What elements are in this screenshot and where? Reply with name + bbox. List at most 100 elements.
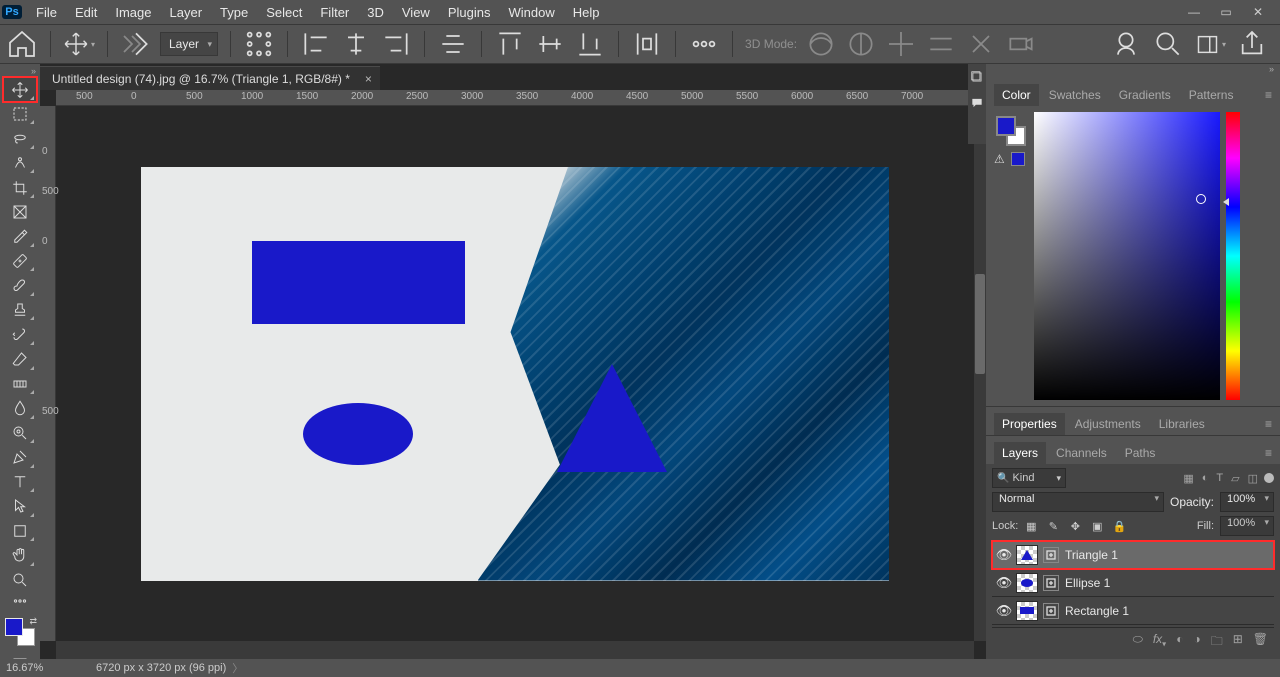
maximize-button[interactable]: ▭ — [1212, 0, 1240, 24]
layer-thumb[interactable] — [1016, 601, 1038, 621]
move-tool-indicator-icon[interactable]: ▾ — [63, 29, 95, 59]
color-panel-swatches[interactable] — [996, 116, 1026, 146]
auto-select-target-dropdown[interactable]: Layer — [160, 32, 218, 56]
pen-tool[interactable] — [3, 445, 37, 470]
layer-row-ellipse[interactable]: 👁 Ellipse 1 — [992, 569, 1274, 597]
document-tab[interactable]: Untitled design (74).jpg @ 16.7% (Triang… — [40, 66, 380, 90]
zoom-tool[interactable] — [3, 568, 37, 593]
hand-tool[interactable] — [3, 543, 37, 568]
menu-plugins[interactable]: Plugins — [440, 1, 499, 24]
edit-toolbar-icon[interactable] — [3, 592, 37, 610]
history-panel-icon[interactable] — [968, 64, 986, 90]
link-layers-icon[interactable]: ⬭ — [1133, 632, 1143, 653]
cloud-docs-icon[interactable] — [1110, 29, 1142, 59]
horizontal-scrollbar[interactable] — [56, 641, 974, 659]
filter-toggle[interactable] — [1264, 473, 1274, 483]
canvas[interactable] — [56, 106, 974, 641]
close-tab-icon[interactable]: × — [365, 72, 372, 86]
visibility-toggle[interactable]: 👁 — [992, 575, 1016, 591]
align-vcenter-icon[interactable] — [534, 29, 566, 59]
filter-pixel-icon[interactable]: ▦ — [1183, 472, 1193, 485]
align-hcenter-icon[interactable] — [340, 29, 372, 59]
blur-tool[interactable] — [3, 396, 37, 421]
home-button[interactable] — [6, 29, 38, 59]
filter-type-icon[interactable]: T — [1216, 472, 1223, 485]
canvas-paper[interactable] — [141, 167, 889, 581]
toolbox-collapse-icon[interactable]: » — [0, 66, 40, 77]
layer-thumb[interactable] — [1016, 573, 1038, 593]
lock-position-icon[interactable]: ✥ — [1068, 520, 1082, 533]
healing-tool[interactable] — [3, 249, 37, 274]
type-tool[interactable] — [3, 470, 37, 495]
document-info[interactable]: 6720 px x 3720 px (96 ppi) — [96, 662, 226, 674]
websafe-swatch[interactable] — [1011, 152, 1025, 166]
filter-shape-icon[interactable]: ▱ — [1231, 472, 1239, 485]
vertical-scrollbar[interactable] — [974, 106, 986, 641]
stamp-tool[interactable] — [3, 298, 37, 323]
ruler-vertical[interactable]: 0 500 0 500 — [40, 106, 56, 641]
panel-menu-icon[interactable]: ≡ — [1257, 84, 1280, 106]
tab-libraries[interactable]: Libraries — [1151, 413, 1213, 435]
menu-layer[interactable]: Layer — [162, 1, 211, 24]
close-window-button[interactable]: ✕ — [1244, 0, 1272, 24]
share-icon[interactable] — [1236, 29, 1268, 59]
dodge-tool[interactable] — [3, 421, 37, 446]
ruler-horizontal[interactable]: 500 0 500 1000 1500 2000 2500 3000 3500 … — [56, 90, 974, 106]
menu-view[interactable]: View — [394, 1, 438, 24]
layer-row-triangle[interactable]: 👁 Triangle 1 — [992, 541, 1274, 569]
filter-adjust-icon[interactable]: ◐ — [1202, 472, 1209, 485]
frame-tool[interactable] — [3, 200, 37, 225]
menu-file[interactable]: File — [28, 1, 65, 24]
eyedropper-tool[interactable] — [3, 224, 37, 249]
align-top-icon[interactable] — [494, 29, 526, 59]
comments-panel-icon[interactable] — [968, 90, 986, 116]
group-icon[interactable]: 🗀 — [1211, 632, 1223, 653]
minimize-button[interactable]: — — [1180, 0, 1208, 24]
gradient-tool[interactable] — [3, 372, 37, 397]
history-brush-tool[interactable] — [3, 322, 37, 347]
lock-all-icon[interactable]: 🔒 — [1112, 520, 1126, 533]
swap-colors-icon[interactable]: ⇄ — [29, 616, 37, 627]
path-select-tool[interactable] — [3, 494, 37, 519]
gamut-warning-icon[interactable]: ⚠ — [994, 152, 1005, 166]
layer-name[interactable]: Triangle 1 — [1065, 548, 1118, 562]
layer-name[interactable]: Rectangle 1 — [1065, 604, 1129, 618]
eraser-tool[interactable] — [3, 347, 37, 372]
tab-swatches[interactable]: Swatches — [1041, 84, 1109, 106]
visibility-toggle[interactable]: 👁 — [992, 603, 1016, 619]
panel-menu-icon[interactable]: ≡ — [1257, 413, 1280, 435]
align-left-icon[interactable] — [300, 29, 332, 59]
layer-filter-dropdown[interactable]: Kind▾ — [992, 468, 1066, 488]
align-right-icon[interactable] — [380, 29, 412, 59]
hue-slider-thumb[interactable] — [1223, 198, 1229, 206]
brush-tool[interactable] — [3, 273, 37, 298]
menu-window[interactable]: Window — [500, 1, 562, 24]
distribute-icon[interactable] — [631, 29, 663, 59]
lasso-tool[interactable] — [3, 126, 37, 151]
tab-gradients[interactable]: Gradients — [1111, 84, 1179, 106]
tab-properties[interactable]: Properties — [994, 413, 1065, 435]
new-layer-icon[interactable]: ⊞ — [1233, 632, 1243, 653]
layer-row-rectangle[interactable]: 👁 Rectangle 1 — [992, 597, 1274, 625]
layer-thumb[interactable] — [1016, 545, 1038, 565]
lock-pixels-icon[interactable]: ✎ — [1046, 520, 1060, 533]
foreground-color-swatch[interactable] — [5, 618, 23, 636]
menu-3d[interactable]: 3D — [359, 1, 392, 24]
move-tool[interactable] — [3, 77, 37, 102]
doc-info-flyout-icon[interactable]: 〉 — [232, 660, 243, 676]
search-icon[interactable] — [1152, 29, 1184, 59]
more-options-icon[interactable] — [688, 29, 720, 59]
foreground-background-colors[interactable]: ⇄ — [5, 618, 35, 646]
color-picker-cursor[interactable] — [1196, 194, 1206, 204]
crop-tool[interactable] — [3, 175, 37, 200]
fill-input[interactable]: 100% — [1220, 516, 1274, 536]
fx-icon[interactable]: fx▾ — [1153, 632, 1166, 653]
menu-filter[interactable]: Filter — [312, 1, 357, 24]
tab-channels[interactable]: Channels — [1048, 442, 1115, 464]
menu-image[interactable]: Image — [107, 1, 159, 24]
marquee-tool[interactable] — [3, 102, 37, 127]
layer-name[interactable]: Ellipse 1 — [1065, 576, 1110, 590]
quick-select-tool[interactable] — [3, 151, 37, 176]
visibility-toggle[interactable]: 👁 — [992, 547, 1016, 563]
filter-smart-icon[interactable]: ◫ — [1248, 472, 1258, 485]
